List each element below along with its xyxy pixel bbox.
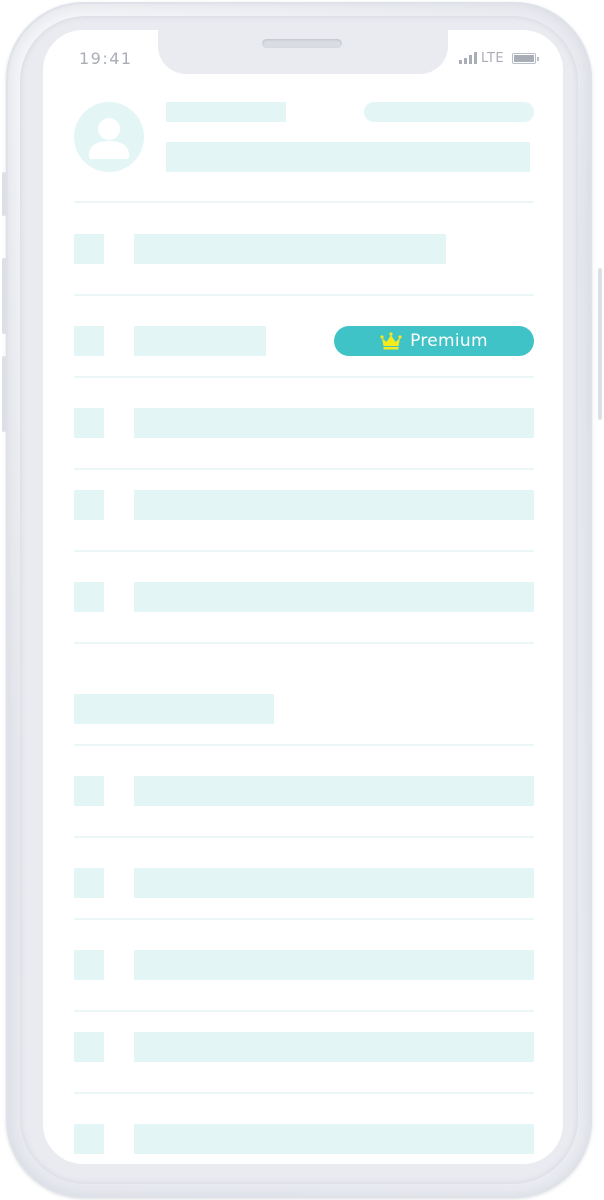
list-item-label-placeholder: [134, 776, 534, 806]
section-header-placeholder: [74, 694, 274, 724]
list-item-label-placeholder: [134, 490, 534, 520]
list-item-label-placeholder: [134, 234, 446, 264]
list-item-icon-placeholder: [74, 582, 104, 612]
list-item-icon-placeholder: [74, 776, 104, 806]
divider: [74, 376, 534, 378]
screen: 19:41 LTE Premium: [43, 30, 563, 1164]
network-label: LTE: [481, 50, 505, 66]
list-item-label-placeholder: [134, 1032, 534, 1062]
list-item-label-placeholder: [134, 326, 266, 356]
list-item-icon-placeholder: [74, 868, 104, 898]
divider: [74, 918, 534, 920]
divider: [74, 468, 534, 470]
volume-down-button: [2, 356, 6, 432]
divider: [74, 744, 534, 746]
list-item-label-placeholder: [134, 1124, 534, 1154]
battery-icon: [512, 52, 540, 64]
divider: [74, 201, 534, 203]
list-item-icon-placeholder: [74, 490, 104, 520]
list-item-icon-placeholder: [74, 950, 104, 980]
volume-up-button: [2, 258, 6, 334]
list-item-icon-placeholder: [74, 234, 104, 264]
crown-icon: [380, 332, 402, 350]
divider: [74, 1010, 534, 1012]
list-item-icon-placeholder: [74, 408, 104, 438]
list-item-label-placeholder: [134, 950, 534, 980]
speaker-grille: [262, 39, 342, 48]
divider: [74, 1092, 534, 1094]
profile-name-placeholder: [166, 102, 286, 122]
status-time: 19:41: [79, 49, 133, 68]
divider: [74, 550, 534, 552]
avatar[interactable]: [74, 102, 144, 172]
list-item-icon-placeholder: [74, 1032, 104, 1062]
profile-detail-placeholder: [166, 142, 530, 172]
user-icon: [89, 118, 129, 159]
power-button: [598, 268, 602, 420]
premium-badge[interactable]: Premium: [334, 326, 534, 356]
list-item-icon-placeholder: [74, 326, 104, 356]
divider: [74, 642, 534, 644]
divider: [74, 294, 534, 296]
list-item-icon-placeholder: [74, 1124, 104, 1154]
premium-label: Premium: [410, 331, 488, 351]
list-item-label-placeholder: [134, 868, 534, 898]
profile-action-placeholder[interactable]: [364, 102, 534, 122]
signal-icon: [459, 52, 477, 64]
silent-switch: [2, 172, 6, 216]
status-indicators: LTE: [459, 50, 540, 66]
divider: [74, 836, 534, 838]
notch: [158, 30, 448, 74]
list-item-label-placeholder: [134, 408, 534, 438]
list-item-label-placeholder: [134, 582, 534, 612]
